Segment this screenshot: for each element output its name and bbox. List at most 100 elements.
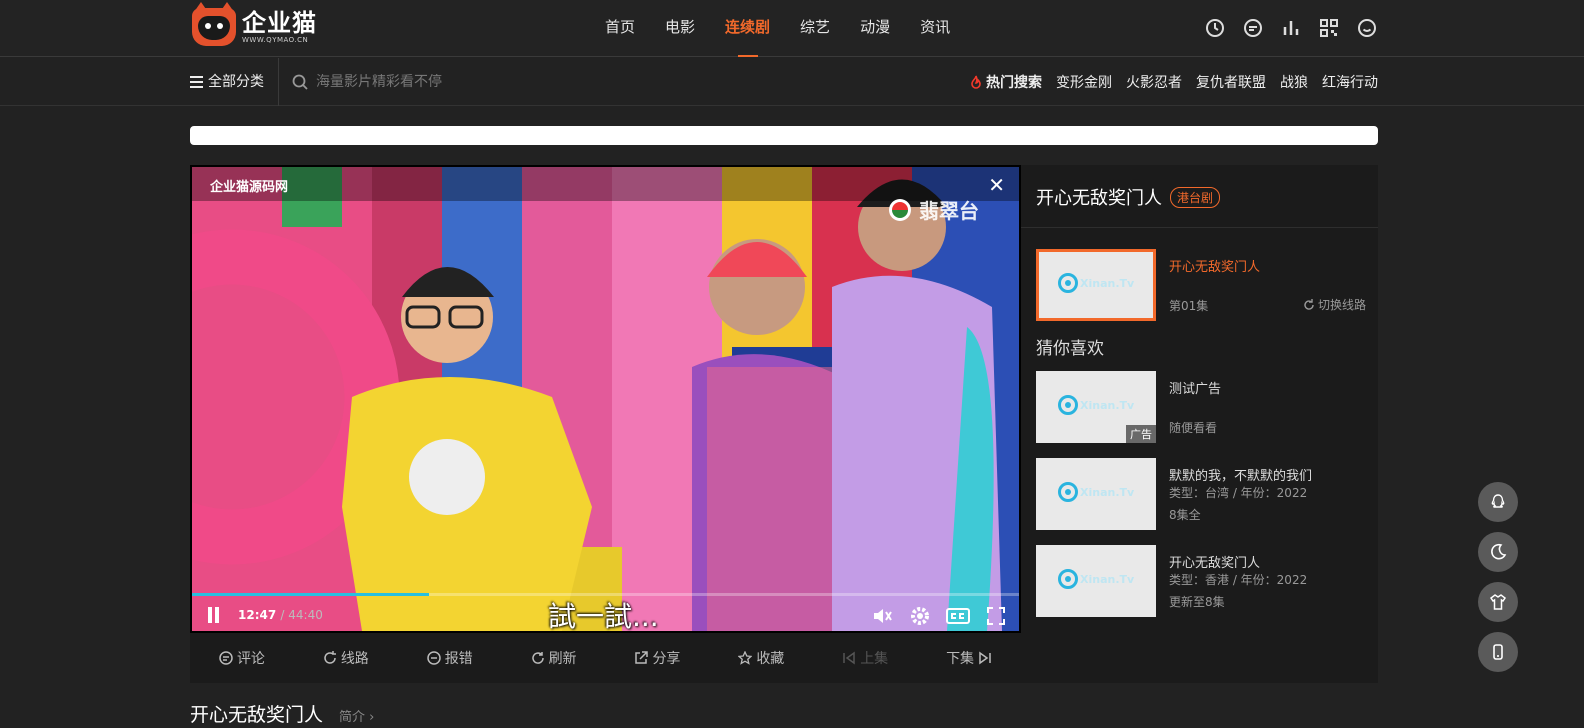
player-action-bar: 评论 线路 报错 刷新 分享 收藏 上集 下集 — [190, 633, 1021, 683]
hot-link[interactable]: 战狼 — [1280, 72, 1308, 92]
chat-icon[interactable] — [1242, 17, 1264, 39]
episode-number: 第01集 — [1169, 299, 1209, 313]
settings-icon[interactable] — [907, 603, 933, 629]
route-button[interactable]: 线路 — [323, 648, 369, 668]
all-categories-button[interactable]: 全部分类 — [190, 58, 279, 106]
hot-link[interactable]: 火影忍者 — [1126, 72, 1182, 92]
recommend-status: 8集全 — [1169, 508, 1201, 522]
dark-mode-button[interactable] — [1478, 532, 1518, 572]
favorite-button[interactable]: 收藏 — [738, 648, 784, 668]
header-icons — [1188, 17, 1378, 39]
thumb-text: Xinan.Tv — [1080, 398, 1135, 412]
episode-thumbnail[interactable]: Xinan.Tv — [1036, 249, 1156, 321]
panel-divider — [1021, 227, 1378, 228]
hot-link[interactable]: 红海行动 — [1322, 72, 1378, 92]
share-button[interactable]: 分享 — [634, 648, 680, 668]
channel-logo-icon — [889, 198, 911, 221]
comment-button[interactable]: 评论 — [219, 648, 265, 668]
recommend-section-title: 猜你喜欢 — [1036, 339, 1104, 359]
progress-bar[interactable] — [192, 593, 1019, 596]
site-logo[interactable]: 企业猫 WWW.QYMAO.CN — [192, 2, 317, 46]
next-icon — [979, 651, 991, 665]
video-player[interactable]: 企业猫源码网 ✕ 翡翠台 試一試... 12:47 / 44:40 — [190, 165, 1021, 633]
volume-icon[interactable] — [869, 603, 895, 629]
top-header: 企业猫 WWW.QYMAO.CN 首页 电影 连续剧 综艺 动漫 资讯 — [0, 0, 1584, 57]
fullscreen-icon[interactable] — [983, 603, 1009, 629]
search-box — [292, 70, 592, 94]
recommend-title[interactable]: 开心无敌奖门人 — [1169, 552, 1260, 571]
nav-item-home[interactable]: 首页 — [605, 0, 635, 57]
pause-icon[interactable] — [206, 607, 222, 623]
all-categories-label: 全部分类 — [208, 74, 264, 90]
intro-link[interactable]: 简介 › — [339, 706, 374, 725]
theme-skin-button[interactable] — [1478, 582, 1518, 622]
cat-logo-icon — [192, 2, 236, 46]
player-section: 企业猫源码网 ✕ 翡翠台 試一試... 12:47 / 44:40 评论 线路 … — [190, 165, 1378, 683]
next-episode-label: 下集 — [946, 651, 975, 667]
ranking-icon[interactable] — [1280, 17, 1302, 39]
recommend-thumbnail[interactable]: Xinan.Tv 广告 — [1036, 371, 1156, 443]
previous-episode-button[interactable]: 上集 — [842, 648, 888, 668]
nav-item-movies[interactable]: 电影 — [665, 0, 695, 57]
hot-search-label: 热门搜索 — [986, 75, 1042, 91]
player-controls: 12:47 / 44:40 — [192, 599, 1019, 631]
hot-link[interactable]: 复仇者联盟 — [1196, 72, 1266, 92]
mobile-icon — [1493, 644, 1503, 660]
recommend-title[interactable]: 测试广告 — [1169, 378, 1221, 397]
current-episode-card[interactable]: Xinan.Tv 开心无敌奖门人 第01集 切换线路 — [1036, 249, 1366, 321]
floating-tools — [1478, 482, 1518, 682]
search-icon — [292, 74, 308, 90]
switch-route-button[interactable]: 切换线路 — [1303, 296, 1366, 313]
channel-watermark: 翡翠台 — [887, 195, 979, 224]
nav-item-variety[interactable]: 综艺 — [800, 0, 830, 57]
qq-icon — [1491, 494, 1505, 508]
refresh-button[interactable]: 刷新 — [531, 648, 577, 668]
hot-searches: 热门搜索 变形金刚 火影忍者 复仇者联盟 战狼 红海行动 — [969, 58, 1378, 106]
qq-contact-button[interactable] — [1478, 482, 1518, 522]
report-error-label: 报错 — [444, 651, 473, 667]
main-nav: 首页 电影 连续剧 综艺 动漫 资讯 — [590, 0, 965, 57]
recommend-card[interactable]: Xinan.Tv 开心无敌奖门人 类型：香港 / 年份：2022 更新至8集 — [1036, 545, 1366, 617]
clock-icon[interactable] — [1204, 17, 1226, 39]
mobile-view-button[interactable] — [1478, 632, 1518, 672]
share-label: 分享 — [652, 651, 681, 667]
user-face-icon[interactable] — [1356, 17, 1378, 39]
thumb-text: Xinan.Tv — [1080, 572, 1135, 586]
show-title: 开心无敌奖门人 港台剧 — [1036, 184, 1221, 210]
fire-icon — [971, 75, 981, 89]
channel-name: 翡翠台 — [919, 199, 979, 223]
qrcode-icon[interactable] — [1318, 17, 1340, 39]
recommend-meta: 类型：香港 / 年份：2022 — [1169, 573, 1308, 587]
xinan-logo-icon — [1058, 395, 1078, 415]
report-error-button[interactable]: 报错 — [426, 648, 473, 668]
recommend-title[interactable]: 默默的我，不默默的我们 — [1169, 465, 1312, 484]
show-title-text: 开心无敌奖门人 — [1036, 188, 1162, 209]
time-display: 12:47 / 44:40 — [238, 608, 323, 622]
recommend-card[interactable]: Xinan.Tv 广告 测试广告 随便看看 — [1036, 371, 1366, 443]
episode-panel: 开心无敌奖门人 港台剧 Xinan.Tv 开心无敌奖门人 第01集 切换线路 猜… — [1021, 165, 1378, 683]
nav-item-news[interactable]: 资讯 — [920, 0, 950, 57]
ad-banner-placeholder — [190, 126, 1378, 145]
brand-name: 企业猫 — [242, 9, 317, 37]
brand-url: WWW.QYMAO.CN — [242, 36, 309, 44]
refresh-label: 刷新 — [548, 651, 577, 667]
genre-tag[interactable]: 港台剧 — [1170, 186, 1221, 208]
menu-icon — [190, 76, 203, 88]
detail-title: 开心无敌奖门人 简介 › — [190, 700, 374, 727]
next-episode-button[interactable]: 下集 — [946, 648, 992, 668]
episode-title[interactable]: 开心无敌奖门人 — [1169, 256, 1260, 275]
hot-search-title[interactable]: 热门搜索 — [969, 72, 1042, 92]
switch-icon — [1304, 298, 1314, 310]
xinan-logo-icon — [1058, 482, 1078, 502]
nav-item-series[interactable]: 连续剧 — [725, 0, 770, 57]
duration: 44:40 — [288, 608, 323, 622]
nav-item-anime[interactable]: 动漫 — [860, 0, 890, 57]
recommend-thumbnail[interactable]: Xinan.Tv — [1036, 458, 1156, 530]
close-icon[interactable]: ✕ — [988, 173, 1005, 197]
subtitles-icon[interactable] — [945, 603, 971, 629]
star-icon — [738, 651, 753, 665]
recommend-card[interactable]: Xinan.Tv 默默的我，不默默的我们 类型：台湾 / 年份：2022 8集全 — [1036, 458, 1366, 530]
recommend-thumbnail[interactable]: Xinan.Tv — [1036, 545, 1156, 617]
search-input[interactable] — [316, 74, 576, 90]
hot-link[interactable]: 变形金刚 — [1056, 72, 1112, 92]
